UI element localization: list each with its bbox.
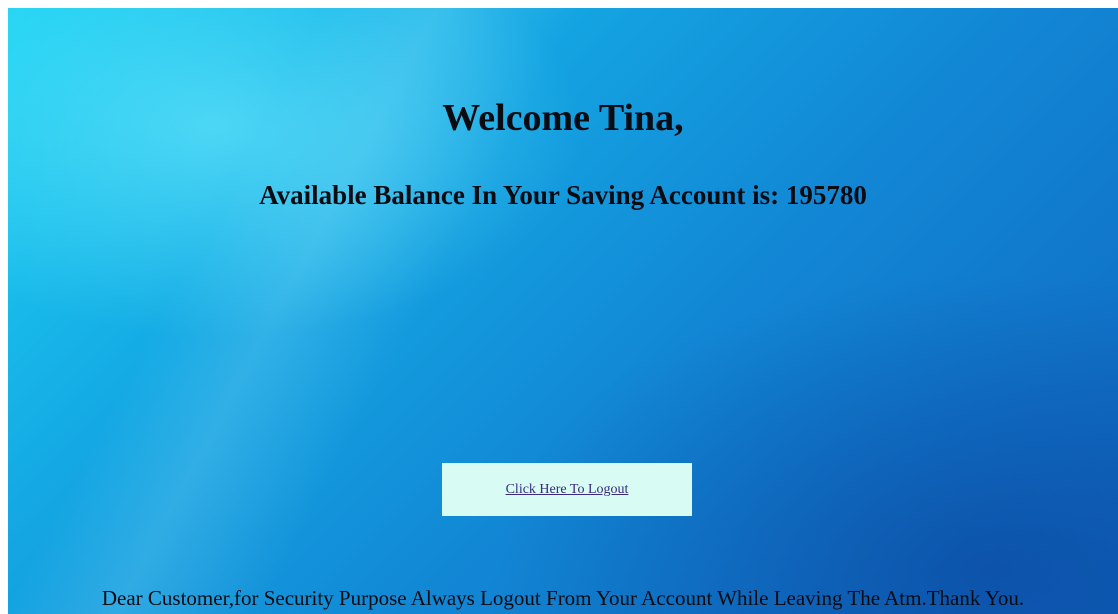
balance-heading: Available Balance In Your Saving Account… — [259, 180, 867, 210]
atm-screen: Welcome Tina, Available Balance In Your … — [8, 8, 1118, 614]
welcome-heading: Welcome Tina, — [442, 97, 684, 139]
security-notice: Dear Customer,for Security Purpose Alway… — [101, 586, 1025, 610]
logout-panel[interactable]: Click Here To Logout — [442, 463, 692, 516]
logout-link[interactable]: Click Here To Logout — [506, 482, 629, 498]
